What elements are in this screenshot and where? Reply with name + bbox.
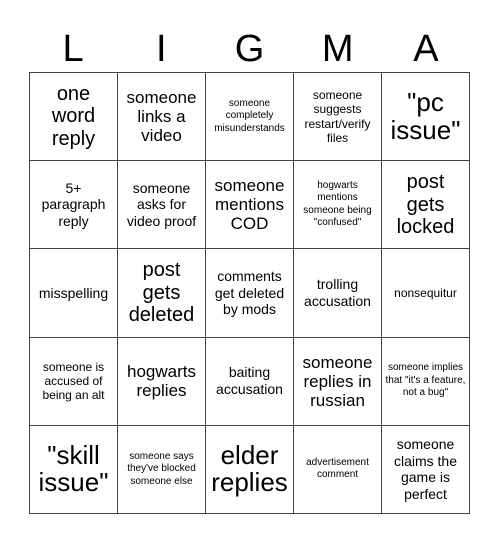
- bingo-cell[interactable]: "pc issue": [382, 73, 470, 162]
- header-letter-a: A: [413, 28, 439, 70]
- bingo-cell[interactable]: someone asks for video proof: [118, 161, 206, 250]
- bingo-cell[interactable]: someone replies in russian: [294, 337, 382, 426]
- bingo-cell[interactable]: someone is accused of being an alt: [30, 337, 118, 426]
- header-letter-l: L: [62, 28, 84, 70]
- bingo-cell[interactable]: someone claims the game is perfect: [382, 425, 470, 514]
- bingo-cell[interactable]: someone implies that "it's a feature, no…: [382, 337, 470, 426]
- bingo-cell[interactable]: "skill issue": [30, 425, 118, 514]
- bingo-header: L I G M A: [29, 26, 470, 72]
- bingo-cell[interactable]: elder replies: [206, 425, 294, 514]
- bingo-cell[interactable]: baiting accusation: [206, 337, 294, 426]
- bingo-cell[interactable]: someone completely misunderstands: [206, 73, 294, 162]
- bingo-cell[interactable]: post gets deleted: [118, 249, 206, 338]
- bingo-cell[interactable]: post gets locked: [382, 161, 470, 250]
- bingo-cell[interactable]: 5+ paragraph reply: [30, 161, 118, 250]
- bingo-cell[interactable]: comments get deleted by mods: [206, 249, 294, 338]
- bingo-cell[interactable]: nonsequitur: [382, 249, 470, 338]
- bingo-cell[interactable]: hogwarts mentions someone being "confuse…: [294, 161, 382, 250]
- header-letter-m: M: [321, 28, 354, 70]
- bingo-cell[interactable]: someone suggests restart/verify files: [294, 73, 382, 162]
- bingo-cell[interactable]: hogwarts replies: [118, 337, 206, 426]
- bingo-cell[interactable]: trolling accusation: [294, 249, 382, 338]
- bingo-grid: one word reply someone links a video som…: [29, 72, 470, 514]
- bingo-cell[interactable]: misspelling: [30, 249, 118, 338]
- bingo-cell[interactable]: advertisement comment: [294, 425, 382, 514]
- header-letter-g: G: [234, 28, 265, 70]
- bingo-cell[interactable]: one word reply: [30, 73, 118, 162]
- header-letter-i: I: [156, 28, 167, 70]
- bingo-cell[interactable]: someone links a video: [118, 73, 206, 162]
- bingo-cell[interactable]: someone mentions COD: [206, 161, 294, 250]
- bingo-cell[interactable]: someone says they've blocked someone els…: [118, 425, 206, 514]
